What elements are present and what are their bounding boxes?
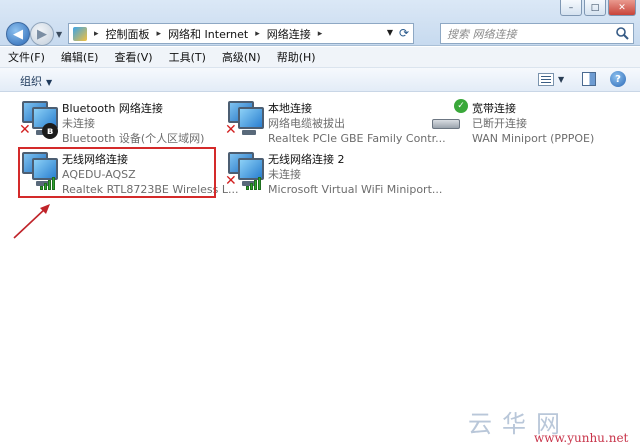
menu-bar: 文件(F) 编辑(E) 查看(V) 工具(T) 高级(N) 帮助(H) (0, 47, 640, 68)
watermark-url: www.yunhu.net (534, 431, 629, 445)
back-button[interactable]: ◀ (6, 22, 30, 46)
menu-edit[interactable]: 编辑(E) (61, 49, 99, 65)
wired-network-icon: ✕ (224, 99, 264, 141)
broadband-modem-icon: ✓ (428, 99, 468, 141)
menu-advanced[interactable]: 高级(N) (222, 49, 261, 65)
command-bar: 组织 ▼ ▼ ? (0, 68, 640, 92)
preview-pane-icon[interactable] (582, 72, 596, 86)
connection-device: Realtek PCIe GBE Family Contr... (268, 132, 446, 145)
search-input[interactable]: 搜索 网络连接 (447, 26, 517, 42)
checkmark-icon: ✓ (454, 99, 468, 113)
organize-button[interactable]: 组织 ▼ (20, 73, 52, 89)
disconnected-x-icon: ✕ (225, 173, 237, 189)
recent-pages-dropdown[interactable]: ▼ (56, 30, 62, 39)
menu-file[interactable]: 文件(F) (8, 49, 45, 65)
breadcrumb-control-panel[interactable]: 控制面板 (106, 26, 150, 42)
connection-bluetooth[interactable]: ✕ ʙ Bluetooth 网络连接 未连接 Bluetooth 设备(个人区域… (18, 99, 218, 145)
connection-name: 本地连接 (268, 102, 312, 115)
change-view-icon[interactable] (538, 73, 554, 86)
bluetooth-network-icon: ✕ ʙ (18, 99, 58, 141)
connection-local[interactable]: ✕ 本地连接 网络电缆被拔出 Realtek PCIe GBE Family C… (224, 99, 446, 145)
annotation-highlight-box (18, 147, 216, 198)
view-options-dropdown[interactable]: ▼ (558, 75, 564, 84)
breadcrumb-network-connections[interactable]: 网络连接 (267, 26, 311, 42)
breadcrumb-separator[interactable]: ▸ (318, 29, 323, 39)
breadcrumb-separator[interactable]: ▸ (255, 29, 260, 39)
search-icon[interactable] (615, 26, 629, 40)
connection-status: 网络电缆被拔出 (268, 117, 345, 130)
breadcrumb-network-internet[interactable]: 网络和 Internet (168, 26, 248, 42)
connection-device: Bluetooth 设备(个人区域网) (62, 132, 205, 145)
forward-button[interactable]: ▶ (30, 22, 54, 46)
minimize-button[interactable]: – (560, 0, 582, 16)
connection-status: 未连接 (268, 168, 301, 181)
connection-name: 无线网络连接 2 (268, 153, 345, 166)
signal-strength-icon (246, 176, 264, 190)
address-dropdown-icon[interactable]: ▼ (387, 28, 393, 37)
breadcrumb-separator[interactable]: ▸ (94, 29, 99, 39)
connection-device: WAN Miniport (PPPOE) (472, 132, 595, 145)
organize-label: 组织 (20, 75, 42, 88)
search-box[interactable]: 搜索 网络连接 (440, 23, 634, 44)
bluetooth-icon: ʙ (42, 123, 58, 139)
maximize-button[interactable]: □ (584, 0, 606, 16)
help-icon[interactable]: ? (610, 71, 626, 87)
breadcrumb-separator[interactable]: ▸ (157, 29, 162, 39)
wireless-network-icon: ✕ (224, 150, 264, 192)
connection-device: Microsoft Virtual WiFi Miniport... (268, 183, 443, 196)
menu-help[interactable]: 帮助(H) (277, 49, 316, 65)
connection-status: 已断开连接 (472, 117, 527, 130)
disconnected-x-icon: ✕ (225, 122, 237, 138)
connection-wireless-2[interactable]: ✕ 无线网络连接 2 未连接 Microsoft Virtual WiFi Mi… (224, 150, 442, 196)
disconnected-x-icon: ✕ (19, 122, 31, 138)
connection-name: 宽带连接 (472, 102, 516, 115)
annotation-arrow (13, 204, 50, 239)
connection-broadband[interactable]: ✓ 宽带连接 已断开连接 WAN Miniport (PPPOE) (428, 99, 628, 145)
chevron-down-icon: ▼ (46, 78, 53, 87)
address-bar[interactable]: ▸ 控制面板 ▸ 网络和 Internet ▸ 网络连接 ▸ ▼ ⟳ (68, 23, 414, 44)
close-button[interactable]: ✕ (608, 0, 636, 16)
refresh-icon[interactable]: ⟳ (399, 26, 409, 40)
menu-tools[interactable]: 工具(T) (169, 49, 206, 65)
control-panel-icon (73, 26, 87, 41)
menu-view[interactable]: 查看(V) (114, 49, 152, 65)
window-controls: – □ ✕ (560, 0, 636, 16)
connection-status: 未连接 (62, 117, 95, 130)
connection-name: Bluetooth 网络连接 (62, 102, 163, 115)
title-bar: – □ ✕ ◀ ▶ ▼ ▸ 控制面板 ▸ 网络和 Internet ▸ 网络连接… (0, 0, 640, 46)
